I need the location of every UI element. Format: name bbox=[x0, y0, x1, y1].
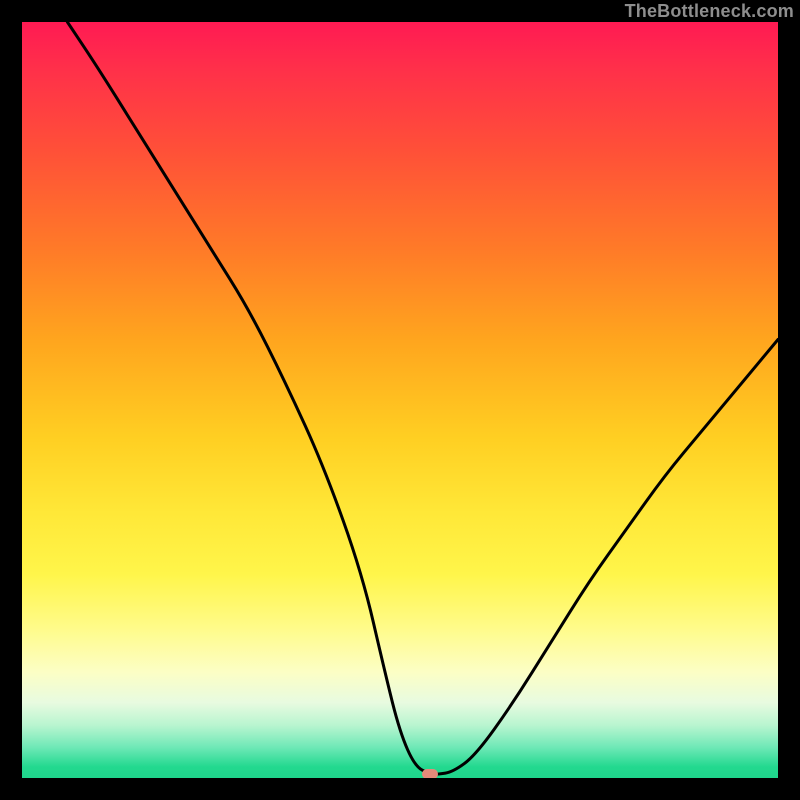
minimum-marker bbox=[422, 769, 438, 778]
chart-frame: TheBottleneck.com bbox=[0, 0, 800, 800]
bottleneck-curve bbox=[22, 22, 778, 778]
curve-path bbox=[67, 22, 778, 774]
watermark-text: TheBottleneck.com bbox=[625, 0, 794, 22]
plot-area bbox=[22, 22, 778, 778]
